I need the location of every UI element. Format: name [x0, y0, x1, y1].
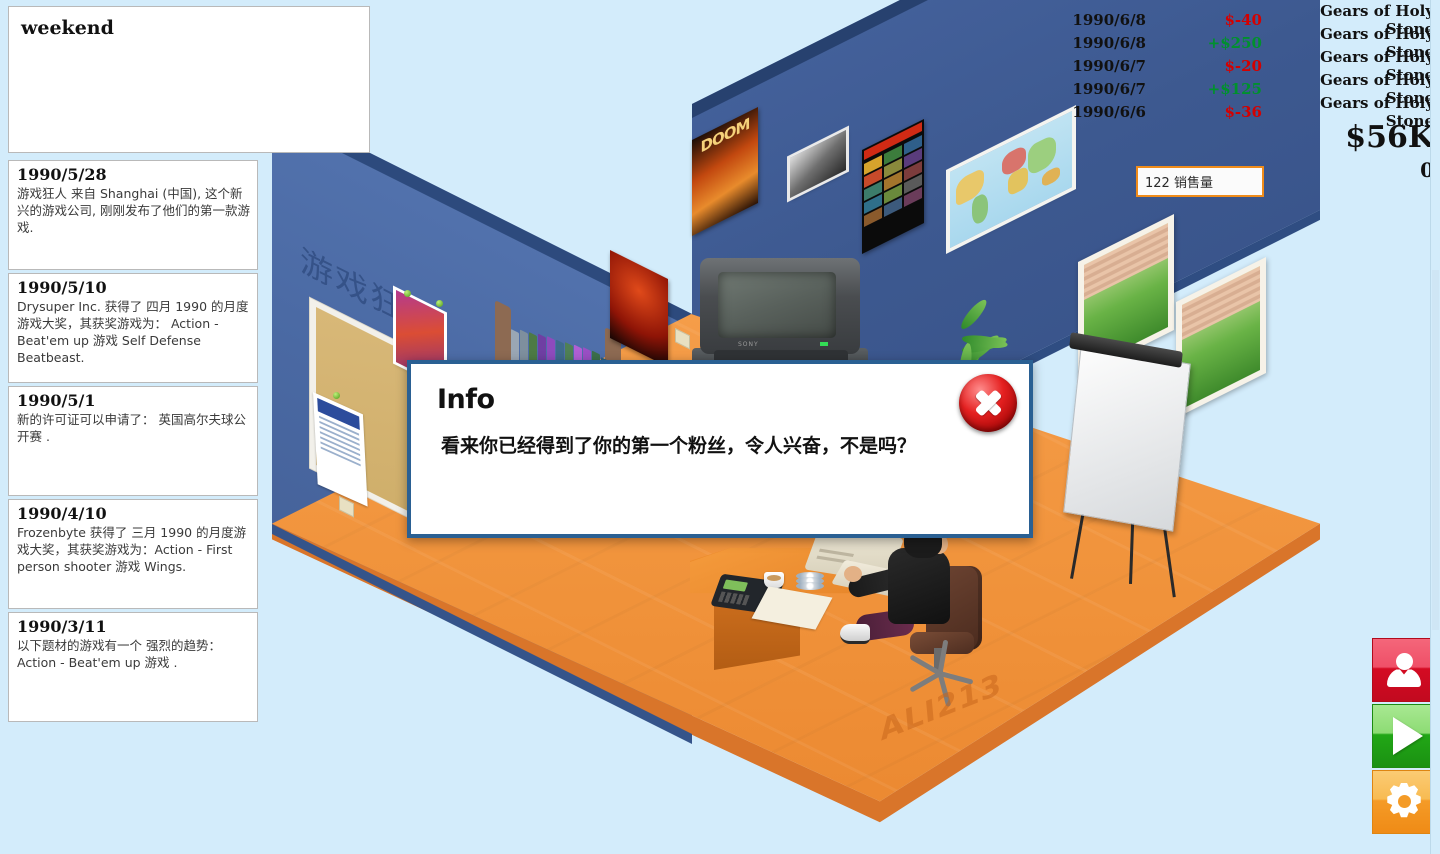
news-item[interactable]: 1990/3/11 以下题材的游戏有一个 强烈的趋势： Action - Bea…	[8, 612, 258, 722]
transaction-date: 1990/6/7	[1072, 79, 1146, 98]
pushpin-icon	[404, 290, 411, 297]
news-body: Drysuper Inc. 获得了 四月 1990 的月度游戏大奖，其获奖游戏为…	[17, 299, 249, 365]
crt-television: SONY	[700, 258, 860, 368]
sales-tooltip: 122 销售量	[1136, 166, 1264, 197]
pushpin-icon	[436, 300, 443, 307]
news-item[interactable]: 1990/5/10 Drysuper Inc. 获得了 四月 1990 的月度游…	[8, 273, 258, 383]
news-body: 游戏狂人 来自 Shanghai (中国), 这个新兴的游戏公司, 刚刚发布了他…	[17, 186, 250, 235]
play-icon	[1393, 717, 1423, 755]
character-torso	[888, 548, 950, 624]
character-hand	[844, 566, 862, 582]
transaction-date: 1990/6/8	[1072, 10, 1146, 29]
news-item[interactable]: 1990/4/10 Frozenbyte 获得了 三月 1990 的月度游戏大奖…	[8, 499, 258, 609]
close-x-icon[interactable]	[959, 374, 1017, 432]
cash-balance: $56K	[1345, 120, 1434, 155]
dialog-title: Info	[437, 384, 495, 415]
transaction-date: 1990/6/8	[1072, 33, 1146, 52]
coffee-cup	[764, 572, 784, 588]
status-label: weekend	[21, 17, 114, 39]
action-button-group	[1372, 638, 1436, 836]
transaction-amount: +$125	[1207, 79, 1262, 98]
news-date: 1990/5/28	[17, 165, 107, 184]
staff-button[interactable]	[1372, 638, 1436, 702]
page-scrollbar[interactable]	[1430, 0, 1440, 854]
transaction-date: 1990/6/7	[1072, 56, 1146, 75]
news-body: Frozenbyte 获得了 三月 1990 的月度游戏大奖，其获奖游戏为：Ac…	[17, 525, 247, 574]
transaction-amount: $-40	[1224, 10, 1262, 29]
news-body: 新的许可证可以申请了： 英国高尔夫球公开赛 .	[17, 412, 246, 444]
news-date: 1990/4/10	[17, 504, 107, 523]
tv-power-led	[820, 342, 828, 346]
transaction-list: 1990/6/8 $-40 Gears of Holy Stone 1990/6…	[1036, 2, 1436, 130]
info-dialog[interactable]: Info 看来你已经得到了你的第一个粉丝，令人兴奋，不是吗？	[407, 360, 1033, 538]
news-date: 1990/5/10	[17, 278, 107, 297]
play-button[interactable]	[1372, 704, 1436, 768]
news-date: 1990/3/11	[17, 617, 107, 636]
transaction-amount: $-20	[1224, 56, 1262, 75]
character-shoe	[840, 624, 870, 644]
dialog-message: 看来你已经得到了你的第一个粉丝，令人兴奋，不是吗？	[441, 435, 917, 457]
gear-icon	[1385, 783, 1423, 821]
whiteboard-sheet	[1063, 344, 1191, 532]
scrollbar-thumb[interactable]	[1432, 270, 1439, 630]
news-item[interactable]: 1990/5/1 新的许可证可以申请了： 英国高尔夫球公开赛 .	[8, 386, 258, 496]
news-item[interactable]: 1990/5/28 游戏狂人 来自 Shanghai (中国), 这个新兴的游戏…	[8, 160, 258, 270]
developer-character[interactable]	[840, 520, 990, 707]
person-icon	[1387, 653, 1421, 687]
flipchart-easel	[1040, 332, 1200, 598]
settings-button[interactable]	[1372, 770, 1436, 834]
transaction-date: 1990/6/6	[1072, 102, 1146, 121]
status-box[interactable]: weekend	[8, 6, 370, 153]
sales-tooltip-text: 122 销售量	[1145, 176, 1213, 191]
transaction-amount: $-36	[1224, 102, 1262, 121]
tv-brand-label: SONY	[738, 341, 759, 348]
transaction-amount: +$250	[1207, 33, 1262, 52]
cd-stack	[796, 572, 824, 590]
pushpin-icon	[333, 392, 340, 399]
news-date: 1990/5/1	[17, 391, 96, 410]
news-body: 以下题材的游戏有一个 强烈的趋势： Action - Beat'em up 游戏…	[17, 638, 221, 670]
